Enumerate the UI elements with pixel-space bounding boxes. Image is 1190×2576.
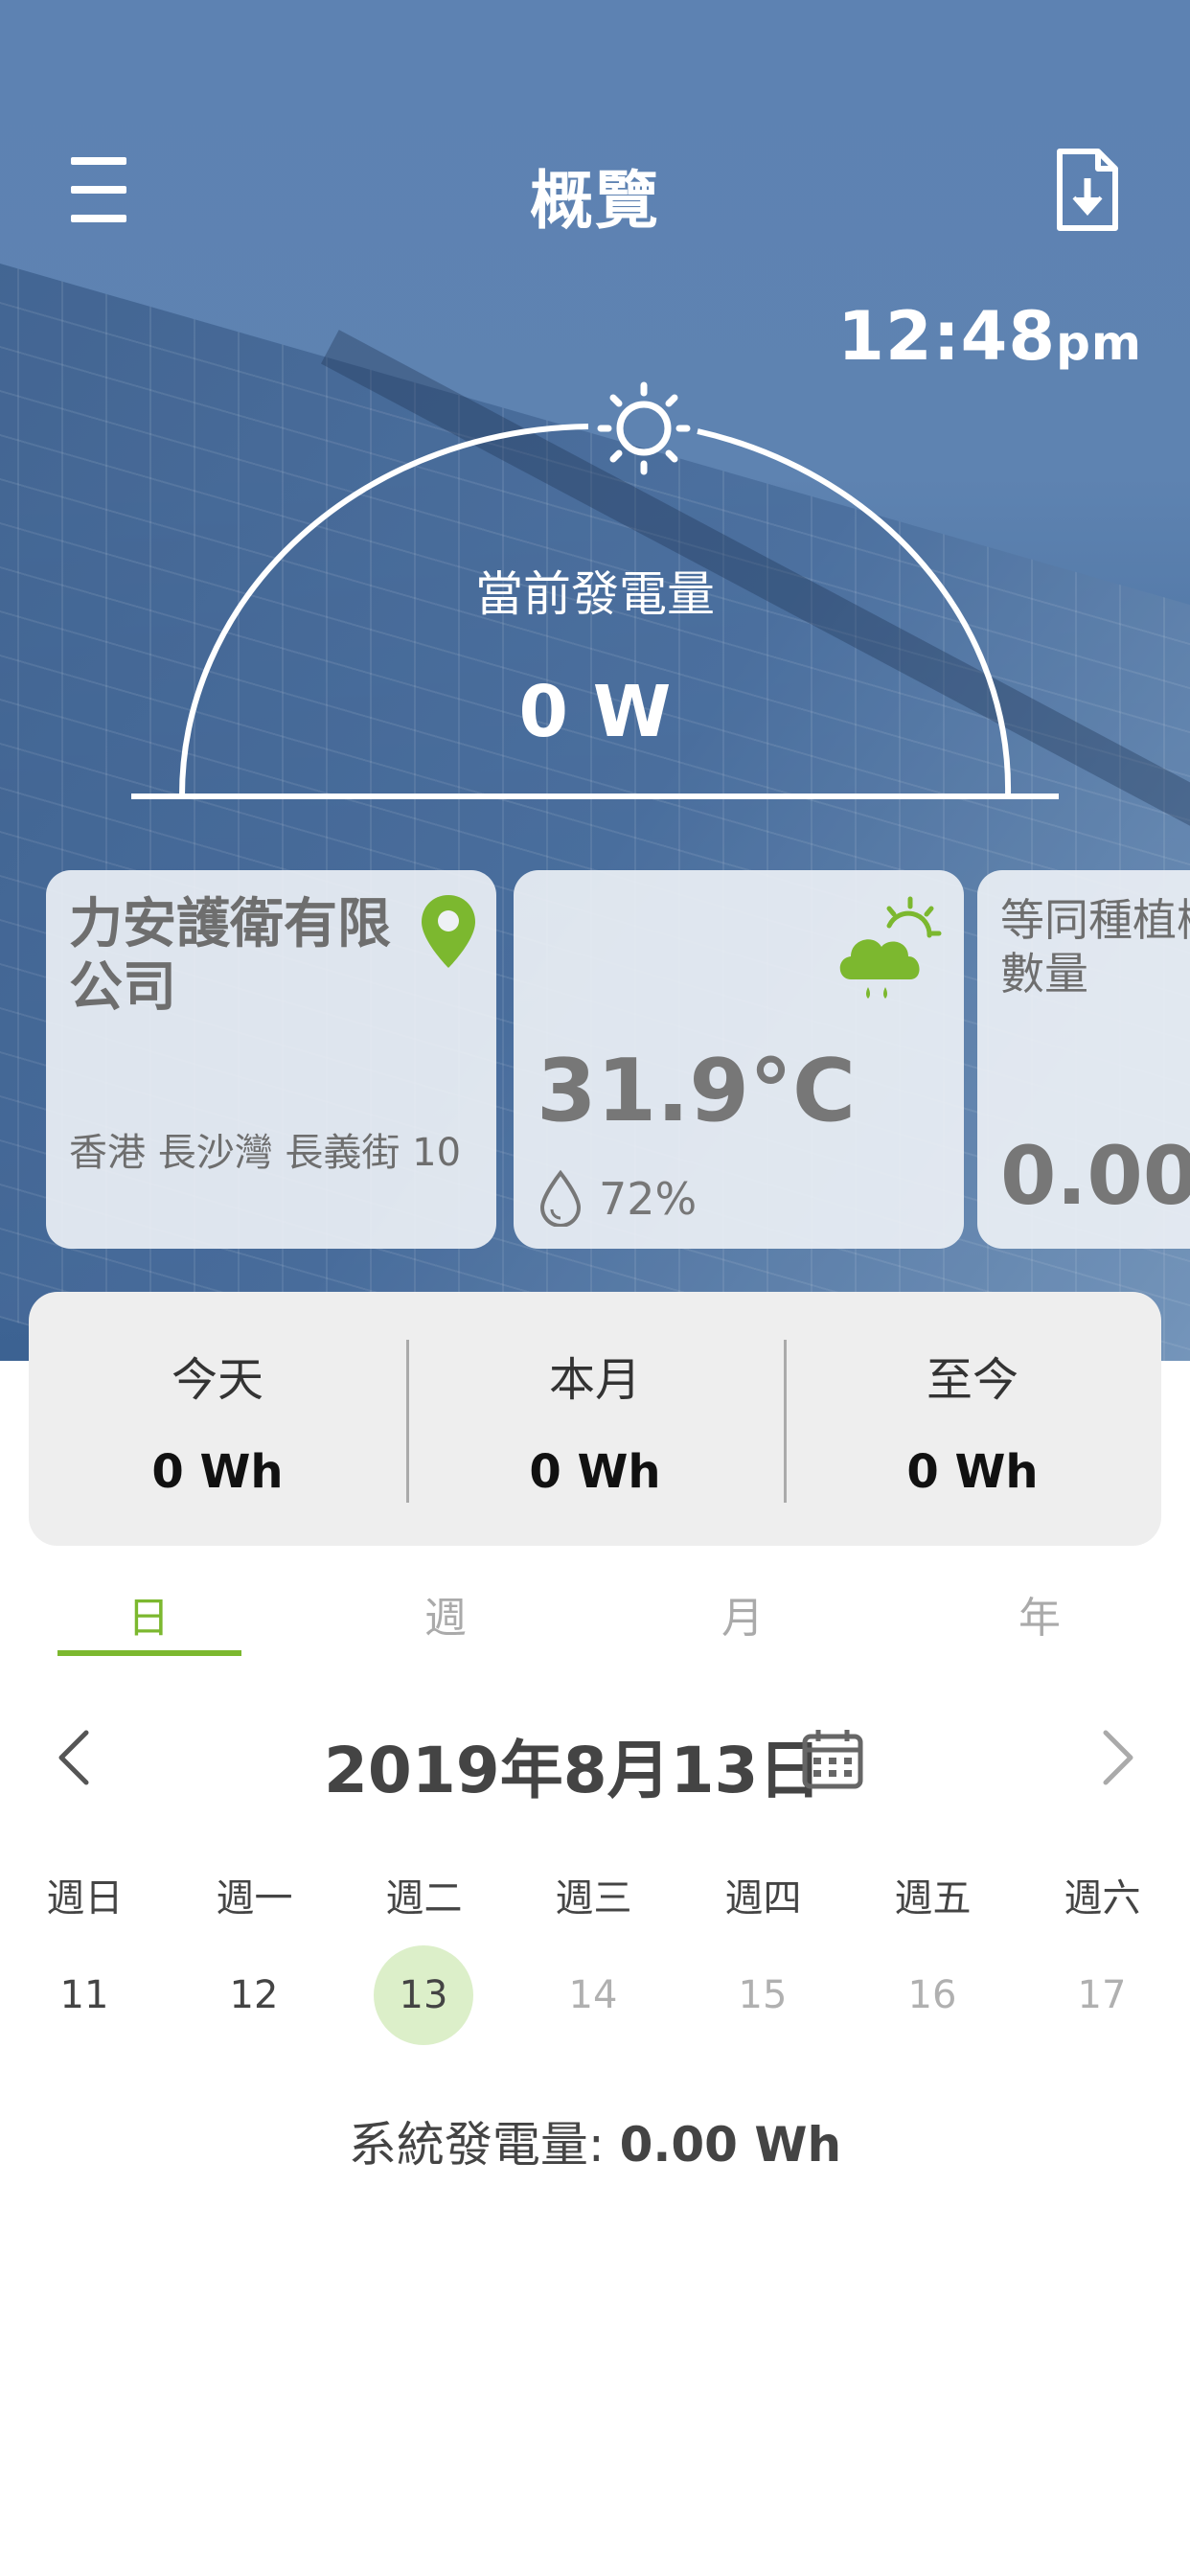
weekday-label: 週三: [555, 1876, 632, 1920]
day-cell[interactable]: 11: [34, 1945, 134, 2045]
summary-total: 至今 0 Wh: [784, 1292, 1161, 1546]
summary-value: 0 Wh: [151, 1445, 284, 1499]
day-cell-selected[interactable]: 13: [374, 1945, 473, 2045]
weekday-label: 週五: [894, 1876, 972, 1920]
trees-card: 等同種植樹木數量 0.00: [977, 870, 1190, 1249]
tab-month[interactable]: 月: [594, 1583, 891, 1644]
summary-label: 今天: [171, 1353, 263, 1407]
chevron-right-icon[interactable]: [1098, 1727, 1140, 1788]
site-name: 力安護衛有限公司: [69, 893, 391, 1019]
site-card[interactable]: 力安護衛有限公司 香港 長沙灣 長義街 10: [46, 870, 496, 1249]
day-cell[interactable]: 15: [713, 1945, 812, 2045]
weekday-label: 週四: [724, 1876, 802, 1920]
weather-card: 31.9°C 72%: [514, 870, 964, 1249]
weekday-label: 週一: [216, 1876, 293, 1920]
clock-ampm: pm: [1056, 315, 1142, 371]
calendar-icon[interactable]: [801, 1727, 864, 1790]
day-cell[interactable]: 12: [204, 1945, 304, 2045]
summary-label: 至今: [926, 1353, 1018, 1407]
temperature: 31.9°C: [537, 1041, 857, 1141]
system-generation-label: 系統發電量:: [348, 2117, 620, 2173]
weekday-header: 週日 週一 週二 週三 週四 週五 週六: [0, 1867, 1190, 1924]
humidity-value: 72%: [599, 1173, 698, 1225]
tab-day[interactable]: 日: [0, 1583, 297, 1644]
system-generation: 系統發電量: 0.00 Wh: [0, 2106, 1190, 2175]
tab-year[interactable]: 年: [891, 1583, 1188, 1644]
summary-value: 0 Wh: [529, 1445, 661, 1499]
system-generation-value: 0.00 Wh: [619, 2117, 842, 2173]
energy-summary: 今天 0 Wh 本月 0 Wh 至今 0 Wh: [29, 1292, 1161, 1546]
summary-label: 本月: [548, 1353, 641, 1407]
partly-cloudy-rain-icon: [839, 896, 942, 999]
summary-value: 0 Wh: [906, 1445, 1039, 1499]
chevron-left-icon[interactable]: [52, 1727, 94, 1788]
trees-label: 等同種植樹木數量: [1000, 894, 1190, 1000]
weekday-label: 週二: [385, 1876, 463, 1920]
page-title: 概覽: [530, 164, 660, 238]
day-cell[interactable]: 16: [882, 1945, 982, 2045]
sun-icon: [597, 381, 691, 475]
site-address: 香港 長沙灣 長義街 10: [69, 1131, 462, 1175]
period-tabs: 日 週 月 年: [0, 1572, 1190, 1658]
current-generation-value: 0 W: [518, 671, 672, 753]
weekday-label: 週六: [1064, 1876, 1141, 1920]
top-app-bar: 概覽: [0, 134, 1190, 249]
selected-date: 2019年8月13日: [324, 1734, 822, 1807]
summary-today: 今天 0 Wh: [29, 1292, 406, 1546]
week-days: 11 12 13 14 15 16 17: [0, 1945, 1190, 2051]
date-navigator: 2019年8月13日: [0, 1706, 1190, 1811]
current-generation-label: 當前發電量: [475, 566, 715, 622]
active-tab-indicator: [57, 1650, 241, 1656]
location-pin-icon[interactable]: [420, 893, 477, 970]
weekday-label: 週日: [46, 1876, 124, 1920]
tab-week[interactable]: 週: [297, 1583, 594, 1644]
day-cell[interactable]: 14: [543, 1945, 643, 2045]
water-drop-icon: [539, 1169, 582, 1227]
trees-value: 0.00: [1000, 1129, 1190, 1223]
summary-month: 本月 0 Wh: [406, 1292, 784, 1546]
download-document-icon[interactable]: [1054, 148, 1121, 232]
day-cell[interactable]: 17: [1052, 1945, 1152, 2045]
